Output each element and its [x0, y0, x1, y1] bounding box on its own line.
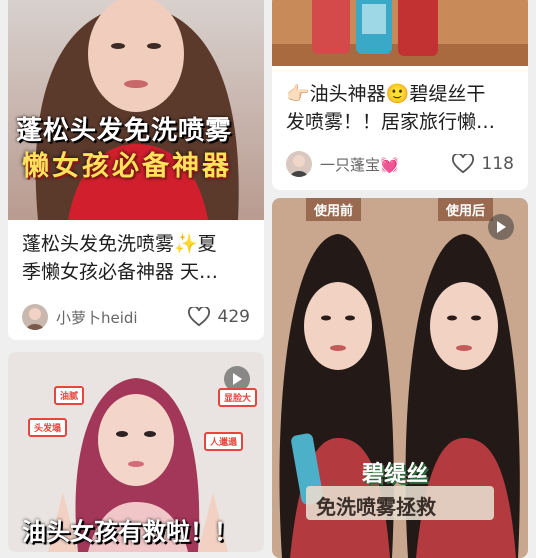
play-icon [233, 373, 242, 385]
like-count: 118 [481, 154, 514, 174]
like-button[interactable]: 118 [451, 154, 514, 174]
sticker-label: 显脸大 [218, 388, 258, 407]
author-name[interactable]: 一只蓬宝💓 [320, 154, 452, 175]
note-meta: 一只蓬宝💓 118 [286, 149, 514, 179]
note-cover-image[interactable]: 油腻 显脸大 头发塌 人邋遢 油头女孩有救啦！！ [8, 352, 264, 552]
like-button[interactable]: 429 [187, 307, 250, 327]
note-meta: 小萝卜heidi 429 [22, 302, 250, 332]
cover-overlay-title: 蓬松头发免洗喷雾 [16, 116, 233, 146]
play-icon [497, 221, 506, 233]
note-title[interactable]: 蓬松头发免洗喷雾✨夏 季懒女孩必备神器 天… [22, 230, 254, 286]
sticker-label: 人邋遢 [204, 432, 244, 451]
cover-overlay-subtitle: 懒女孩必备神器 [22, 151, 232, 182]
banner-after: 使用后 [438, 198, 494, 221]
sticker-label: 头发塌 [28, 418, 68, 437]
banner-before: 使用前 [306, 198, 362, 221]
like-count: 429 [217, 307, 250, 327]
brand-label: 碧缇丝 [362, 462, 429, 487]
note-card-4[interactable]: 使用前 使用后 碧缇丝 免洗喷雾拯救 [272, 198, 528, 558]
sticker-label: 油腻 [54, 386, 85, 405]
heart-outline-icon [451, 154, 474, 174]
author-avatar[interactable] [286, 151, 312, 177]
caption-band-text: 免洗喷雾拯救 [316, 495, 436, 519]
note-title[interactable]: 👉🏻油头神器🙂碧缇丝干 发喷雾！！居家旅行懒… [286, 80, 518, 136]
note-card-3[interactable]: 油腻 显脸大 头发塌 人邋遢 油头女孩有救啦！！ [8, 352, 264, 552]
note-cover-image[interactable]: 使用前 使用后 碧缇丝 免洗喷雾拯救 [272, 198, 528, 558]
author-avatar[interactable] [22, 304, 48, 330]
note-card-2[interactable]: 👉🏻油头神器🙂碧缇丝干 发喷雾！！居家旅行懒… 一只蓬宝💓 118 [272, 0, 528, 190]
video-badge [488, 214, 514, 240]
note-cover-image[interactable] [272, 0, 528, 66]
author-name[interactable]: 小萝卜heidi [56, 307, 188, 328]
cover-overlay-title: 油头女孩有救啦！！ [22, 518, 238, 546]
cover-photo-products [272, 0, 528, 66]
heart-outline-icon [187, 307, 210, 327]
note-card-1[interactable]: 蓬松头发免洗喷雾 懒女孩必备神器 蓬松头发免洗喷雾✨夏 季懒女孩必备神器 天… … [8, 0, 264, 340]
note-cover-image[interactable]: 蓬松头发免洗喷雾 懒女孩必备神器 [8, 0, 264, 220]
